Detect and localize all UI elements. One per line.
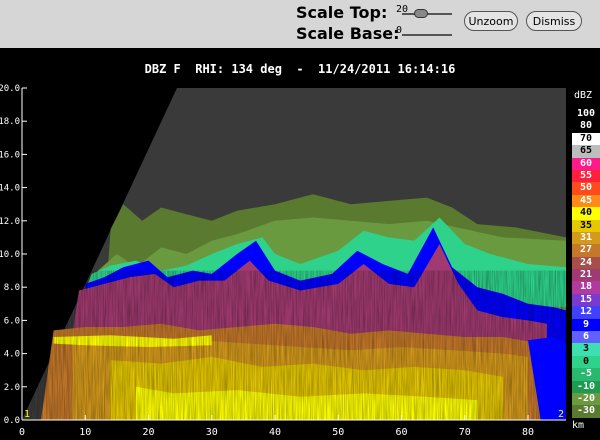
colorbar-level: -20 bbox=[572, 392, 600, 406]
colorbar-unit: dBZ bbox=[574, 90, 593, 101]
colorbar-level: 31 bbox=[572, 231, 600, 245]
x-tick-label: 60 bbox=[396, 427, 408, 438]
y-tick-label: 16.0 bbox=[0, 150, 20, 160]
y-tick-label: 14.0 bbox=[0, 184, 20, 194]
colorbar-level: 21 bbox=[572, 269, 600, 282]
x-tick-label: 10 bbox=[79, 427, 91, 438]
colorbar-level: 27 bbox=[572, 244, 600, 257]
colorbar-level: 65 bbox=[572, 145, 600, 158]
x-tick-label: 20 bbox=[142, 427, 154, 438]
colorbar-level: 100 bbox=[572, 108, 600, 121]
y-tick-label: 6.0 bbox=[4, 316, 20, 326]
colorbar-level: 0 bbox=[572, 355, 600, 369]
colorbar-level: 60 bbox=[572, 157, 600, 170]
y-tick-label: 10.0 bbox=[0, 250, 20, 260]
y-tick-label: 2.0 bbox=[4, 383, 20, 393]
colorbar-level: 12 bbox=[572, 306, 600, 319]
colorbar-level: 15 bbox=[572, 293, 600, 307]
x-tick-label: 80 bbox=[522, 427, 534, 438]
x-tick-label: 40 bbox=[269, 427, 281, 438]
y-tick-label: 20.0 bbox=[0, 84, 20, 94]
rhi-plot[interactable]: 12 0 10 20 30 40 50 60 70 800.02.04.06.08.010.01… bbox=[0, 0, 600, 440]
radial-streaks bbox=[22, 270, 566, 420]
y-tick-label: 4.0 bbox=[4, 350, 20, 360]
y-tick-label: 12.0 bbox=[0, 217, 20, 227]
y-tick-label: 8.0 bbox=[4, 283, 20, 293]
colorbar-level: 80 bbox=[572, 120, 600, 133]
x-tick-label: 30 bbox=[206, 427, 218, 438]
colorbar-level: 9 bbox=[572, 318, 600, 332]
colorbar-level: 18 bbox=[572, 281, 600, 294]
colorbar-level: 55 bbox=[572, 169, 600, 183]
corner-label-left: 1 bbox=[24, 409, 30, 420]
y-tick-label: 0.0 bbox=[4, 416, 20, 426]
colorbar-level: 70 bbox=[572, 132, 600, 146]
corner-label-right: 2 bbox=[558, 409, 564, 420]
colorbar-level: 24 bbox=[572, 256, 600, 270]
colorbar-level: -5 bbox=[572, 368, 600, 381]
colorbar-level: -30 bbox=[572, 405, 600, 418]
x-tick-label: 70 bbox=[459, 427, 471, 438]
x-tick-label: 50 bbox=[332, 427, 344, 438]
x-axis-unit: km bbox=[572, 420, 585, 431]
colorbar-level: 3 bbox=[572, 343, 600, 356]
colorbar-level: 6 bbox=[572, 331, 600, 344]
colorbar-level: -10 bbox=[572, 380, 600, 393]
colorbar-level: 35 bbox=[572, 219, 600, 232]
x-tick-label: 0 bbox=[19, 427, 25, 438]
colorbar-level: 45 bbox=[572, 194, 600, 208]
y-tick-label: 18.0 bbox=[0, 117, 20, 127]
colorbar-level: 40 bbox=[572, 207, 600, 220]
colorbar: 100 80 70 65 60 55 50 45 40 35 31 27 24 21 18 15 12 9 6 3 0-… bbox=[572, 108, 600, 418]
plot-area: 12 bbox=[22, 88, 566, 420]
colorbar-level: 50 bbox=[572, 182, 600, 195]
